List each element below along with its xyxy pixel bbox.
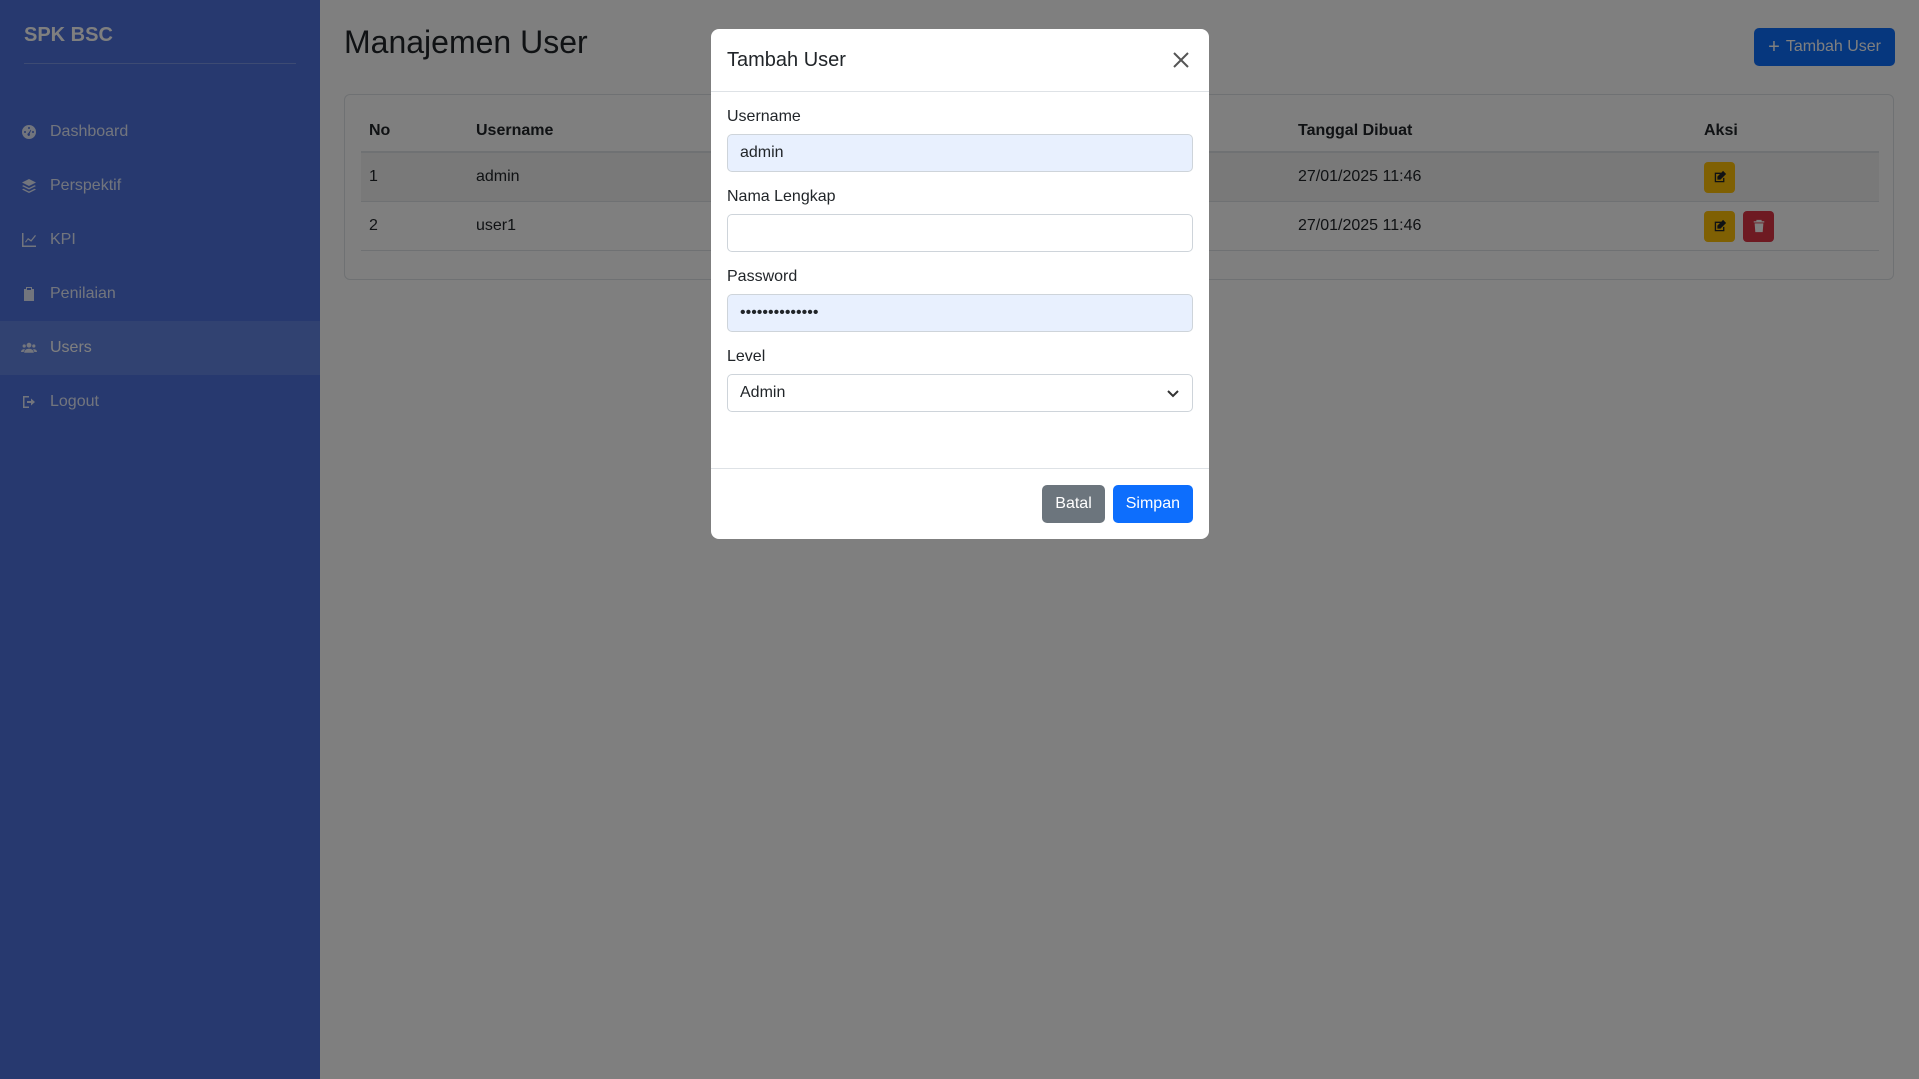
- add-user-modal: Tambah User Username admin Nama Lengkap …: [711, 29, 1209, 539]
- close-button[interactable]: [1169, 48, 1193, 72]
- username-label: Username: [727, 108, 801, 125]
- username-input[interactable]: admin: [727, 134, 1193, 172]
- password-input[interactable]: ••••••••••••••: [727, 294, 1193, 332]
- password-label: Password: [727, 268, 798, 285]
- fullname-label: Nama Lengkap: [727, 188, 836, 205]
- level-select[interactable]: Admin: [727, 374, 1193, 412]
- close-icon: [1173, 52, 1189, 68]
- level-group: Level Admin: [727, 348, 1193, 412]
- save-button[interactable]: Simpan: [1112, 485, 1193, 523]
- fullname-group: Nama Lengkap: [727, 188, 1193, 252]
- username-group: Username admin: [727, 108, 1193, 172]
- modal-body: Username admin Nama Lengkap Password •••…: [711, 92, 1209, 412]
- modal-footer: Batal Simpan: [711, 468, 1209, 539]
- level-label: Level: [727, 348, 766, 365]
- fullname-input[interactable]: [727, 214, 1193, 252]
- password-group: Password ••••••••••••••: [727, 268, 1193, 332]
- username-value: admin: [740, 144, 784, 161]
- modal-title: Tambah User: [727, 48, 846, 71]
- modal-header: Tambah User: [711, 29, 1209, 92]
- level-value: Admin: [740, 384, 786, 401]
- chevron-down-icon: [1166, 386, 1180, 400]
- cancel-button[interactable]: Batal: [1042, 485, 1105, 523]
- password-value: ••••••••••••••: [740, 304, 819, 321]
